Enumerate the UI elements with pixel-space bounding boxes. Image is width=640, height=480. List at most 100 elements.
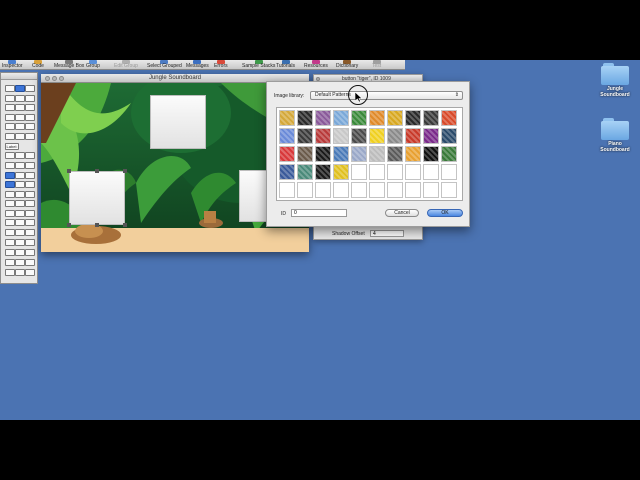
tools-palette-titlebar[interactable] bbox=[1, 73, 37, 80]
tool-button[interactable] bbox=[15, 181, 25, 188]
pattern-cell[interactable] bbox=[405, 164, 421, 180]
resize-handle[interactable] bbox=[123, 223, 127, 227]
pattern-cell[interactable] bbox=[315, 164, 331, 180]
pattern-cell[interactable] bbox=[387, 128, 403, 144]
resize-handle[interactable] bbox=[67, 223, 71, 227]
pattern-cell[interactable] bbox=[387, 146, 403, 162]
toolbar-resources-button[interactable]: Resources bbox=[304, 60, 328, 70]
pattern-cell[interactable] bbox=[333, 164, 349, 180]
tool-button[interactable] bbox=[5, 114, 15, 121]
tool-button[interactable] bbox=[5, 229, 15, 236]
tool-button[interactable] bbox=[25, 133, 35, 140]
pattern-cell[interactable] bbox=[279, 164, 295, 180]
pattern-cell[interactable] bbox=[297, 110, 313, 126]
tool-button[interactable] bbox=[15, 200, 25, 207]
tool-button[interactable] bbox=[25, 259, 35, 266]
tool-button[interactable] bbox=[5, 239, 15, 246]
resize-handle[interactable] bbox=[95, 223, 99, 227]
tool-button[interactable] bbox=[5, 249, 15, 256]
pattern-cell[interactable] bbox=[333, 110, 349, 126]
tool-button[interactable] bbox=[25, 123, 35, 130]
tool-button[interactable] bbox=[15, 85, 25, 92]
pattern-cell[interactable] bbox=[315, 146, 331, 162]
toolbar-tutorials-button[interactable]: Tutorials bbox=[276, 60, 295, 70]
tool-button[interactable] bbox=[15, 123, 25, 130]
pattern-cell[interactable] bbox=[297, 164, 313, 180]
pattern-cell[interactable] bbox=[333, 182, 349, 198]
image-button-right[interactable] bbox=[239, 170, 267, 222]
toolbar-edit-group-button[interactable]: Edit Group bbox=[114, 60, 138, 70]
tool-button[interactable] bbox=[25, 85, 35, 92]
tool-button[interactable] bbox=[15, 191, 25, 198]
tool-button[interactable] bbox=[15, 152, 25, 159]
tool-button[interactable] bbox=[15, 210, 25, 217]
tool-button[interactable] bbox=[25, 95, 35, 102]
tool-button[interactable] bbox=[5, 219, 15, 226]
pattern-cell[interactable] bbox=[333, 128, 349, 144]
tool-button[interactable] bbox=[15, 229, 25, 236]
pattern-cell[interactable] bbox=[369, 110, 385, 126]
pattern-cell[interactable] bbox=[441, 182, 457, 198]
pattern-cell[interactable] bbox=[351, 164, 367, 180]
toolbar-group-button[interactable]: Group bbox=[86, 60, 100, 70]
pattern-cell[interactable] bbox=[441, 128, 457, 144]
tool-button[interactable] bbox=[15, 219, 25, 226]
label-tool[interactable]: Label: bbox=[5, 143, 19, 150]
pattern-cell[interactable] bbox=[351, 146, 367, 162]
tool-button[interactable] bbox=[5, 181, 15, 188]
pattern-cell[interactable] bbox=[279, 146, 295, 162]
pattern-cell[interactable] bbox=[315, 182, 331, 198]
pattern-cell[interactable] bbox=[279, 182, 295, 198]
resize-handle[interactable] bbox=[123, 169, 127, 173]
pattern-cell[interactable] bbox=[315, 128, 331, 144]
pattern-cell[interactable] bbox=[351, 110, 367, 126]
pattern-cell[interactable] bbox=[387, 110, 403, 126]
pattern-cell[interactable] bbox=[405, 182, 421, 198]
toolbar-errors-button[interactable]: Errors bbox=[214, 60, 228, 70]
pattern-cell[interactable] bbox=[441, 146, 457, 162]
pattern-cell[interactable] bbox=[351, 182, 367, 198]
tool-button[interactable] bbox=[15, 239, 25, 246]
pattern-cell[interactable] bbox=[423, 128, 439, 144]
pattern-cell[interactable] bbox=[423, 110, 439, 126]
tool-button[interactable] bbox=[25, 200, 35, 207]
toolbar-sample-stacks-button[interactable]: Sample Stacks bbox=[242, 60, 275, 70]
tool-button[interactable] bbox=[15, 133, 25, 140]
pattern-cell[interactable] bbox=[297, 128, 313, 144]
pattern-cell[interactable] bbox=[297, 182, 313, 198]
toolbar-dictionary-button[interactable]: Dictionary bbox=[336, 60, 358, 70]
pattern-cell[interactable] bbox=[279, 110, 295, 126]
tool-button[interactable] bbox=[5, 123, 15, 130]
toolbar-select-grouped-button[interactable]: Select Grouped bbox=[147, 60, 182, 70]
tool-button[interactable] bbox=[15, 259, 25, 266]
tool-button[interactable] bbox=[15, 95, 25, 102]
pattern-cell[interactable] bbox=[315, 110, 331, 126]
tool-button[interactable] bbox=[25, 191, 35, 198]
image-library-select[interactable]: Default Patterns ⇕ bbox=[310, 91, 463, 100]
toolbar-code-button[interactable]: Code bbox=[32, 60, 44, 70]
tool-button[interactable] bbox=[25, 104, 35, 111]
shadow-offset-field[interactable]: 4 bbox=[370, 230, 404, 237]
tool-button[interactable] bbox=[25, 249, 35, 256]
tool-button[interactable] bbox=[25, 152, 35, 159]
pattern-cell[interactable] bbox=[423, 182, 439, 198]
tool-button[interactable] bbox=[15, 269, 25, 276]
toolbar-inspector-button[interactable]: Inspector bbox=[2, 60, 23, 70]
tool-button[interactable] bbox=[15, 162, 25, 169]
id-field[interactable]: 0 bbox=[291, 209, 347, 217]
resize-handle[interactable] bbox=[95, 169, 99, 173]
pattern-cell[interactable] bbox=[369, 128, 385, 144]
tool-button[interactable] bbox=[5, 259, 15, 266]
image-button-tiger[interactable] bbox=[69, 171, 125, 225]
pattern-cell[interactable] bbox=[387, 164, 403, 180]
toolbar-test-button[interactable]: Test bbox=[372, 60, 381, 70]
pattern-cell[interactable] bbox=[369, 164, 385, 180]
tool-button[interactable] bbox=[15, 249, 25, 256]
tool-button[interactable] bbox=[25, 114, 35, 121]
tool-button[interactable] bbox=[5, 210, 15, 217]
tool-button[interactable] bbox=[25, 219, 35, 226]
pattern-cell[interactable] bbox=[297, 146, 313, 162]
tool-button[interactable] bbox=[5, 152, 15, 159]
cancel-button[interactable]: Cancel bbox=[385, 209, 419, 217]
tool-button[interactable] bbox=[5, 133, 15, 140]
